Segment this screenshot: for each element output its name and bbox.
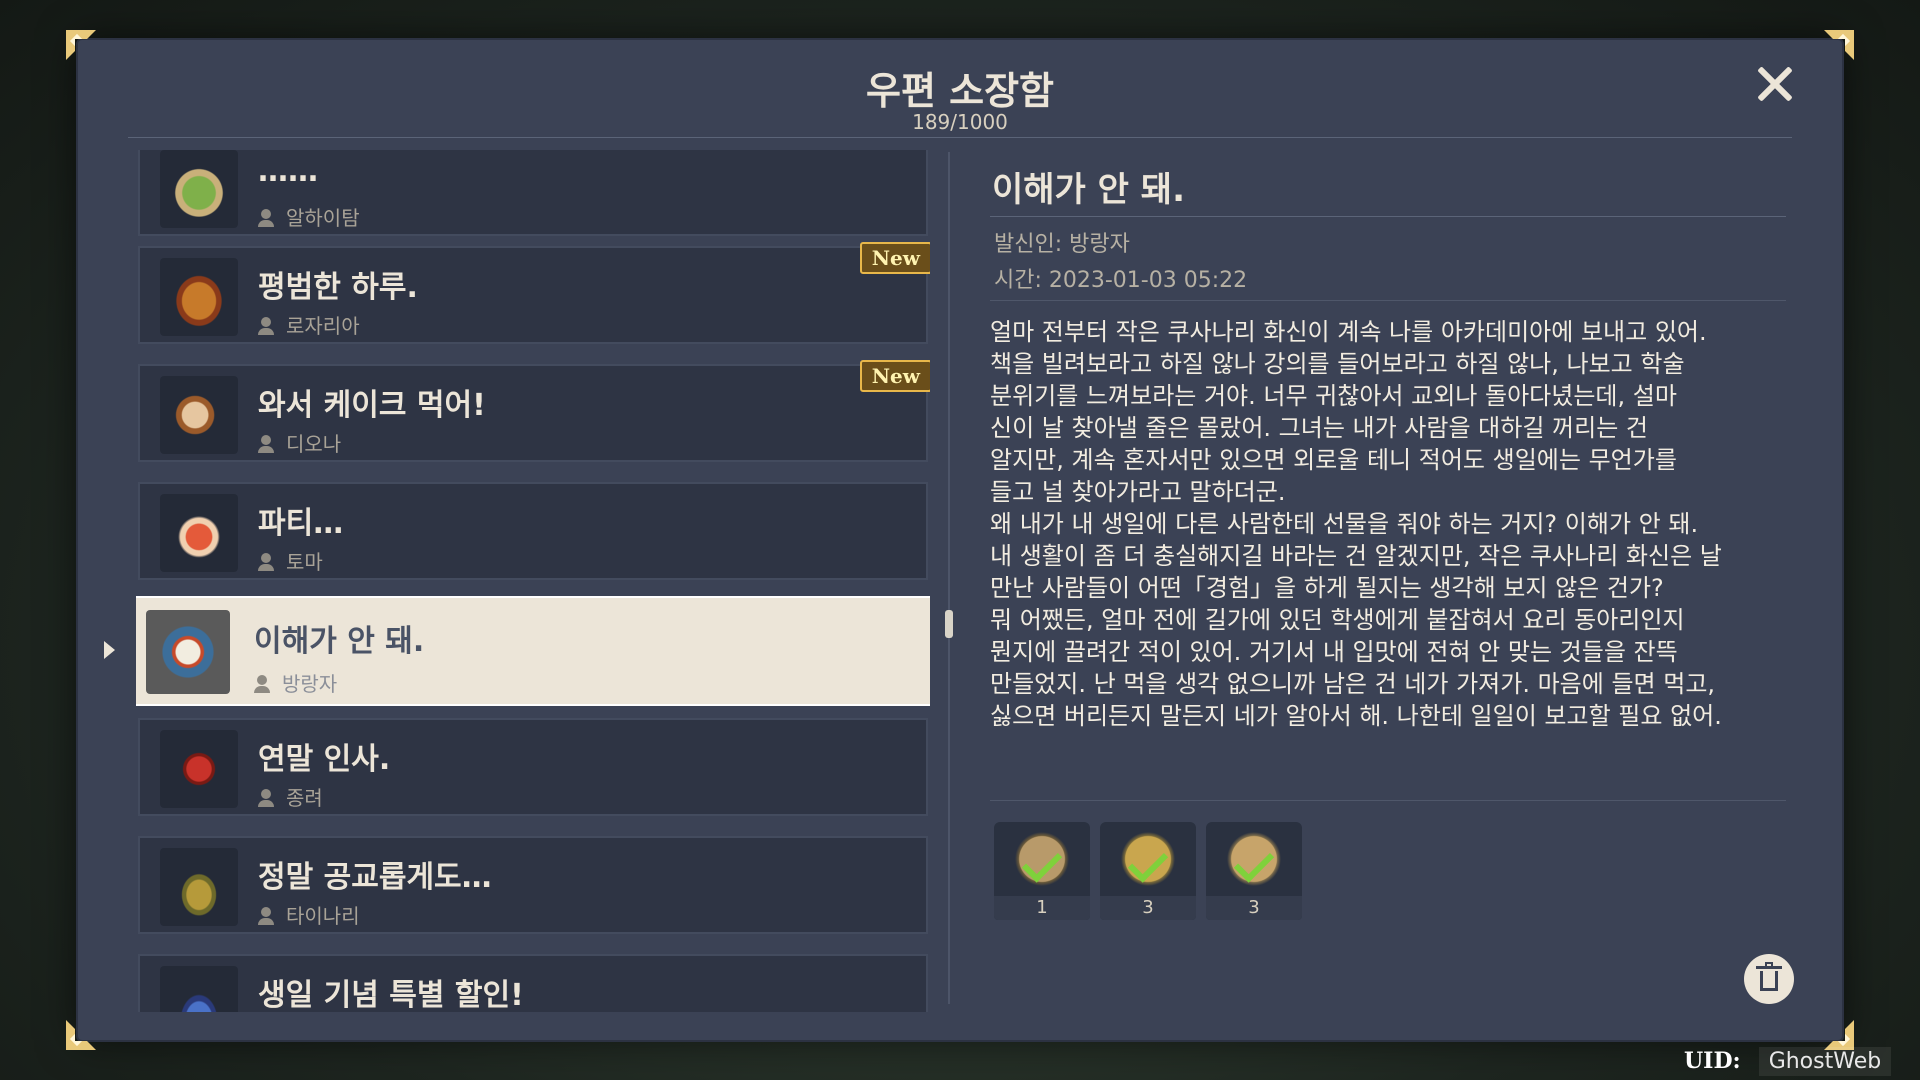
reward-quantity: 3 [1206, 896, 1302, 920]
new-badge: New [859, 360, 930, 392]
delete-button[interactable] [1744, 954, 1794, 1004]
reward-list: 1 3 3 [994, 822, 1302, 920]
mail-item[interactable]: 생일 기념 특별 할인! [138, 954, 928, 1012]
mail-sender: 알하이탐 [258, 202, 360, 231]
mail-sender: 방랑자 [254, 668, 337, 697]
mail-item[interactable]: 평범한 하루. 로자리아 New [138, 242, 930, 344]
trash-icon-lid [1756, 966, 1782, 969]
uid-label: UID: [1684, 1048, 1741, 1074]
divider [990, 800, 1786, 801]
corner-ornament [1824, 1020, 1854, 1050]
divider [990, 300, 1786, 301]
mail-item[interactable]: 와서 케이크 먹어! 디오나 New [138, 360, 930, 462]
mail-subject: 연말 인사. [258, 742, 391, 777]
divider [990, 216, 1786, 217]
trash-icon-can [1760, 971, 1778, 991]
reward-quantity: 1 [994, 896, 1090, 920]
person-icon [254, 675, 270, 693]
mail-item[interactable]: …… 알하이탐 [138, 150, 928, 236]
food-skewer-icon [160, 376, 238, 454]
selection-arrow-icon [104, 641, 115, 659]
food-rice-bowl-icon [146, 610, 230, 694]
mail-sender: 토마 [258, 546, 323, 575]
person-icon [258, 553, 274, 571]
scrollbar-thumb[interactable] [945, 610, 953, 638]
person-icon [258, 789, 274, 807]
close-button[interactable] [1752, 62, 1796, 106]
blue-crystal-icon [160, 966, 238, 1012]
uid-display: UID: GhostWeb [1684, 1047, 1892, 1076]
detail-time: 시간: 2023-01-03 05:22 [994, 268, 1248, 293]
scrollbar-track[interactable] [948, 152, 950, 1004]
corner-ornament [1824, 30, 1854, 60]
mail-sender: 로자리아 [258, 310, 360, 339]
person-icon [258, 317, 274, 335]
new-badge: New [859, 242, 930, 274]
uid-value: GhostWeb [1758, 1047, 1892, 1076]
food-apple-icon [160, 730, 238, 808]
mail-sender: 종려 [258, 782, 323, 811]
mail-subject: …… [258, 154, 318, 189]
page-title: 우편 소장함 [865, 69, 1055, 113]
mail-list[interactable]: …… 알하이탐 평범한 하루. 로자리아 New 와서 케이크 먹어! 디오나 … [136, 150, 930, 1012]
mail-subject: 파티… [258, 506, 344, 541]
detail-sender: 발신인: 방랑자 [994, 232, 1130, 257]
mail-subject: 생일 기념 특별 할인! [258, 978, 524, 1012]
reward-item[interactable]: 3 [1206, 822, 1302, 920]
mail-sender: 타이나리 [258, 900, 360, 929]
reward-item[interactable]: 1 [994, 822, 1090, 920]
mail-count: 189/1000 [912, 110, 1008, 134]
mail-item-selected[interactable]: 이해가 안 돼. 방랑자 [136, 596, 930, 706]
person-icon [258, 209, 274, 227]
mail-sender: 디오나 [258, 428, 341, 457]
detail-body: 얼마 전부터 작은 쿠사나리 화신이 계속 나를 아카데미아에 보내고 있어. … [990, 318, 1722, 730]
mail-item[interactable]: 연말 인사. 종려 [138, 718, 928, 816]
mail-item[interactable]: 정말 공교롭게도… 타이나리 [138, 836, 928, 934]
detail-title: 이해가 안 돼. [992, 170, 1185, 210]
mail-subject: 이해가 안 돼. [254, 624, 425, 659]
reward-item[interactable]: 3 [1100, 822, 1196, 920]
divider [128, 137, 1792, 138]
food-sashimi-platter-icon [160, 494, 238, 572]
mail-item[interactable]: 파티… 토마 [138, 482, 928, 580]
mail-subject: 와서 케이크 먹어! [258, 388, 486, 423]
mail-subject: 평범한 하루. [258, 270, 418, 305]
food-roast-chicken-icon [160, 258, 238, 336]
corner-ornament [66, 1020, 96, 1050]
corner-ornament [66, 30, 96, 60]
potion-bottle-icon [160, 848, 238, 926]
food-pancake-icon [160, 150, 238, 228]
person-icon [258, 907, 274, 925]
mail-subject: 정말 공교롭게도… [258, 860, 492, 895]
reward-quantity: 3 [1100, 896, 1196, 920]
person-icon [258, 435, 274, 453]
